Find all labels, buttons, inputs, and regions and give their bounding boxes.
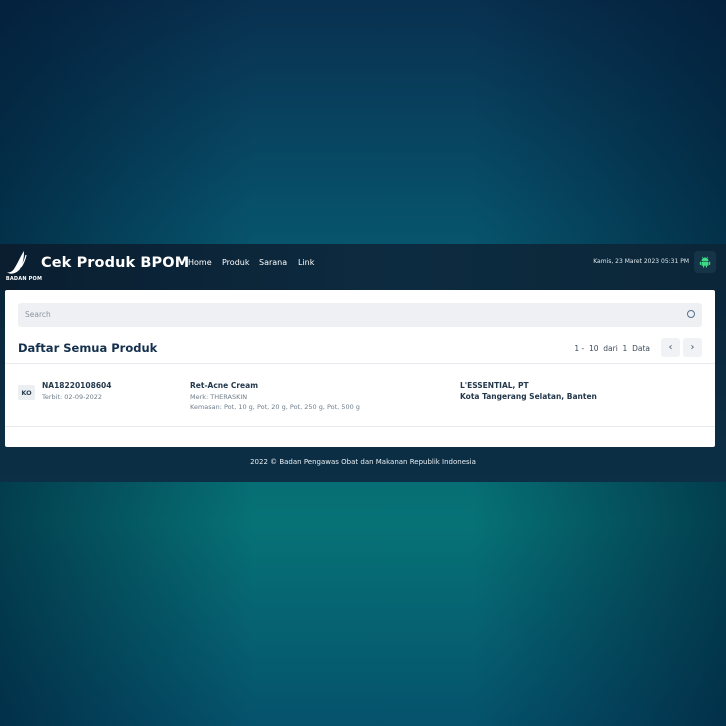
list-title: Daftar Semua Produk: [18, 341, 158, 355]
search-icon[interactable]: [687, 310, 695, 318]
registration-column: NA18220108604 Terbit: 02-09-2022: [42, 381, 112, 402]
search-bar[interactable]: Search: [18, 303, 702, 327]
prev-page-button[interactable]: ‹: [661, 338, 680, 357]
next-page-button[interactable]: ›: [683, 338, 702, 357]
nav-link[interactable]: Link: [298, 258, 314, 267]
android-icon: [699, 256, 711, 268]
app-window: BADAN POM Cek Produk BPOM Home Produk Sa…: [0, 244, 726, 482]
chevron-right-icon: ›: [690, 342, 695, 353]
nav-produk[interactable]: Produk: [222, 258, 249, 267]
datetime-display: Kamis, 23 Maret 2023 05:31 PM: [593, 258, 689, 265]
divider: [5, 363, 715, 364]
pagination-info: 1 - 10 dari 1 Data: [574, 344, 650, 353]
bpom-logo-mark: [7, 251, 27, 274]
divider: [5, 426, 715, 427]
site-title[interactable]: Cek Produk BPOM: [41, 255, 189, 271]
issued-date: Terbit: 02-09-2022: [42, 392, 103, 401]
footer-text: 2022 © Badan Pengawas Obat dan Makanan R…: [250, 458, 476, 466]
company-location: Kota Tangerang Selatan, Banten: [460, 391, 597, 401]
navbar: BADAN POM Cek Produk BPOM Home Produk Sa…: [0, 244, 726, 290]
nav-sarana[interactable]: Sarana: [259, 258, 287, 267]
logo-label: BADAN POM: [5, 276, 43, 282]
nav-home[interactable]: Home: [188, 258, 212, 267]
bpom-logo[interactable]: BADAN POM: [4, 249, 42, 283]
product-packaging: Kemasan: Pot, 10 g, Pot, 20 g, Pot, 250 …: [190, 403, 360, 411]
registration-number[interactable]: NA18220108604: [42, 381, 112, 392]
product-column: Ret-Acne Cream Merk: THERASKIN Kemasan: …: [190, 381, 360, 413]
company-column: L'ESSENTIAL, PT Kota Tangerang Selatan, …: [460, 381, 597, 402]
search-input[interactable]: Search: [25, 310, 51, 319]
product-card: Search Daftar Semua Produk 1 - 10 dari 1…: [5, 290, 715, 447]
product-name[interactable]: Ret-Acne Cream: [190, 381, 360, 392]
category-badge: KO: [18, 385, 35, 400]
android-app-button[interactable]: [694, 251, 716, 273]
chevron-left-icon: ‹: [668, 342, 673, 353]
product-brand: Merk: THERASKIN: [190, 392, 248, 401]
company-name[interactable]: L'ESSENTIAL, PT: [460, 381, 597, 392]
